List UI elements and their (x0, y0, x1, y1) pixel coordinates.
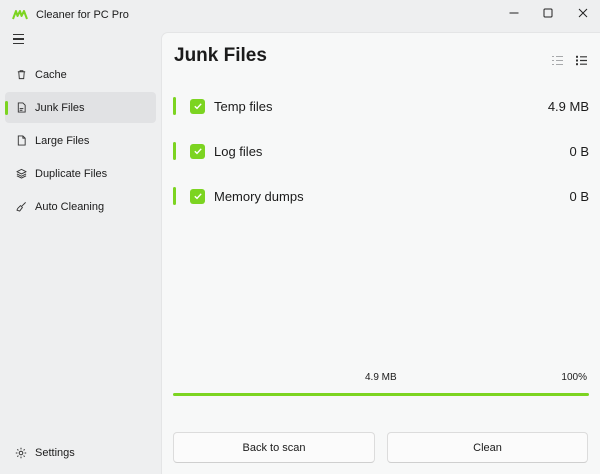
item-size: 4.9 MB (547, 98, 589, 114)
sidebar: Cleaner for PC Pro Cache Junk Files Larg… (0, 0, 161, 474)
progress-bar (173, 393, 589, 396)
file-icon (15, 135, 27, 147)
checkmark-icon (193, 193, 202, 200)
app-window: Cleaner for PC Pro Cache Junk Files Larg… (0, 0, 600, 474)
maximize-button[interactable] (531, 0, 565, 25)
page-title: Junk Files (174, 45, 267, 66)
settings-label: Settings (35, 447, 75, 459)
maximize-icon (543, 8, 553, 17)
progress-total-size: 4.9 MB (365, 372, 397, 383)
checkmark-icon (193, 148, 202, 155)
sidebar-item-label: Duplicate Files (35, 167, 108, 180)
gear-icon (15, 447, 27, 459)
sidebar-nav: Cache Junk Files Large Files Duplicate F… (5, 59, 156, 224)
item-size: 0 B (569, 188, 589, 204)
minimize-icon (509, 12, 519, 13)
sidebar-item-duplicate-files[interactable]: Duplicate Files (5, 158, 156, 189)
detail-view-button[interactable] (573, 53, 589, 67)
list-view-icon (551, 55, 563, 65)
main-panel: Junk Files Temp files 4.9 MB Log files 0… (161, 32, 600, 474)
list-view-button[interactable] (549, 53, 565, 67)
document-icon (15, 102, 27, 114)
sidebar-item-label: Auto Cleaning (35, 200, 105, 213)
row-accent-bar (173, 142, 176, 160)
memory-dumps-checkbox[interactable] (190, 188, 205, 204)
sidebar-item-cache[interactable]: Cache (5, 59, 156, 90)
sidebar-item-label: Cache (35, 68, 67, 81)
row-accent-bar (173, 187, 176, 205)
item-label: Memory dumps (214, 188, 304, 204)
close-icon (578, 8, 588, 17)
progress-percent: 100% (561, 372, 587, 383)
item-size: 0 B (569, 143, 589, 159)
list-item: Log files 0 B (173, 140, 589, 162)
list-item: Temp files 4.9 MB (173, 95, 589, 117)
sidebar-item-junk-files[interactable]: Junk Files (5, 92, 156, 123)
checkmark-icon (193, 103, 202, 110)
clean-button[interactable]: Clean (387, 432, 588, 463)
app-header: Cleaner for PC Pro (12, 7, 129, 23)
item-label: Log files (214, 143, 263, 159)
close-button[interactable] (566, 0, 600, 25)
temp-files-checkbox[interactable] (190, 98, 205, 114)
progress-fill (173, 393, 589, 396)
sidebar-item-settings[interactable]: Settings (15, 447, 75, 459)
layers-icon (15, 168, 27, 180)
log-files-checkbox[interactable] (190, 143, 205, 159)
item-label: Temp files (214, 98, 273, 114)
minimize-button[interactable] (497, 0, 531, 25)
list-item: Memory dumps 0 B (173, 185, 589, 207)
trash-icon (15, 69, 27, 81)
sidebar-item-large-files[interactable]: Large Files (5, 125, 156, 156)
row-accent-bar (173, 97, 176, 115)
sidebar-item-auto-cleaning[interactable]: Auto Cleaning (5, 191, 156, 222)
broom-icon (15, 201, 27, 213)
hamburger-icon[interactable] (13, 32, 27, 46)
app-title: Cleaner for PC Pro (36, 9, 129, 21)
sidebar-item-label: Large Files (35, 134, 90, 147)
back-to-scan-button[interactable]: Back to scan (173, 432, 375, 463)
detail-view-icon (575, 55, 587, 65)
app-logo-icon (12, 10, 28, 20)
sidebar-item-label: Junk Files (35, 101, 85, 114)
